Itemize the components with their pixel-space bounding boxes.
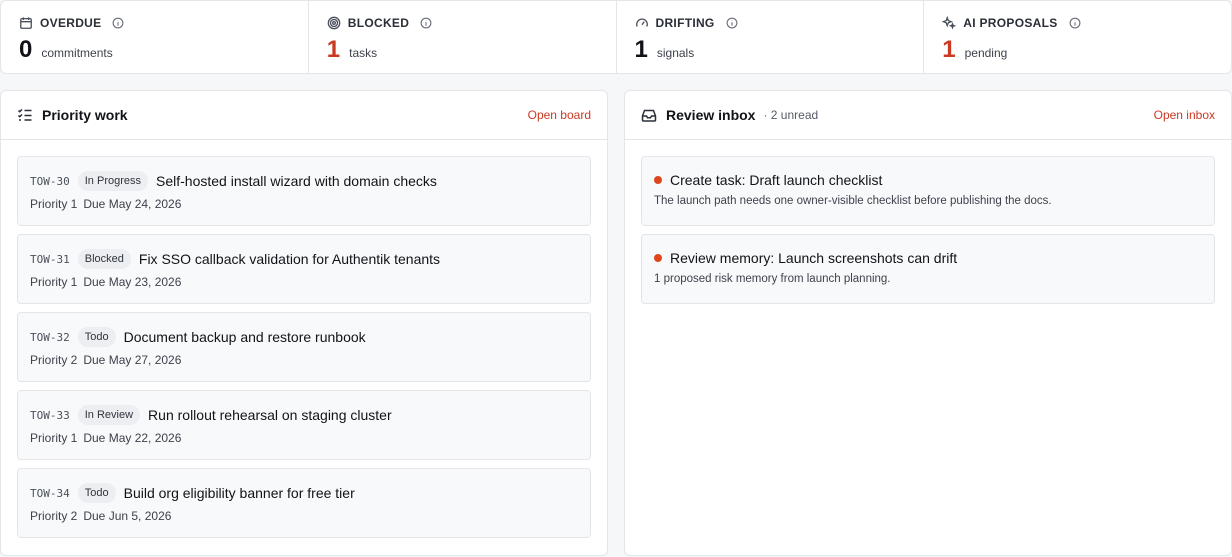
task-card[interactable]: TOW-31 Blocked Fix SSO callback validati… — [17, 234, 591, 304]
task-due: Due Jun 5, 2026 — [83, 509, 172, 523]
task-priority: Priority 1 — [30, 275, 78, 289]
task-priority: Priority 2 — [30, 509, 78, 523]
inbox-item-title: Create task: Draft launch checklist — [670, 172, 883, 188]
stat-value: 1 — [634, 36, 648, 63]
task-card[interactable]: TOW-32 Todo Document backup and restore … — [17, 312, 591, 382]
inbox-item[interactable]: Create task: Draft launch checklist The … — [641, 156, 1215, 226]
inbox-item[interactable]: Review memory: Launch screenshots can dr… — [641, 234, 1215, 304]
info-icon[interactable] — [112, 17, 124, 29]
review-inbox-panel: Review inbox · 2 unread Open inbox Creat… — [624, 90, 1232, 556]
inbox-item-desc: 1 proposed risk memory from launch plann… — [654, 273, 891, 285]
stat-value: 0 — [19, 36, 33, 63]
stat-ai-proposals[interactable]: AI PROPOSALS 1 pending — [924, 1, 1231, 73]
target-icon — [327, 16, 341, 30]
unread-dot-icon — [654, 254, 662, 262]
open-board-link[interactable]: Open board — [528, 108, 591, 122]
task-card[interactable]: TOW-33 In Review Run rollout rehearsal o… — [17, 390, 591, 460]
task-title: Build org eligibility banner for free ti… — [123, 485, 355, 501]
calendar-icon — [20, 17, 32, 29]
stat-label: OVERDUE — [40, 16, 102, 30]
task-title: Run rollout rehearsal on staging cluster — [148, 407, 392, 423]
inbox-item-title: Review memory: Launch screenshots can dr… — [670, 250, 958, 266]
status-badge: Blocked — [77, 249, 131, 269]
inbox-item-desc: The launch path needs one owner-visible … — [654, 195, 1052, 207]
task-due: Due May 22, 2026 — [83, 431, 182, 445]
task-due: Due May 23, 2026 — [83, 275, 182, 289]
stat-unit: tasks — [349, 46, 378, 60]
task-list: TOW-30 In Progress Self-hosted install w… — [1, 140, 607, 538]
unread-dot-icon — [654, 176, 662, 184]
task-card[interactable]: TOW-30 In Progress Self-hosted install w… — [17, 156, 591, 226]
panel-title: Priority work — [42, 107, 128, 123]
stat-overdue[interactable]: OVERDUE 0 commitments — [1, 1, 309, 73]
task-id: TOW-32 — [30, 330, 70, 344]
stat-blocked[interactable]: BLOCKED 1 tasks — [309, 1, 617, 73]
open-inbox-link[interactable]: Open inbox — [1154, 108, 1215, 122]
status-badge: Todo — [77, 483, 116, 503]
gauge-icon — [635, 18, 648, 27]
inbox-list: Create task: Draft launch checklist The … — [625, 140, 1231, 304]
checklist-icon — [17, 108, 32, 121]
stat-value: 1 — [942, 36, 956, 63]
task-id: TOW-34 — [30, 486, 70, 500]
stat-unit: signals — [656, 46, 695, 60]
task-id: TOW-30 — [30, 174, 70, 188]
task-priority: Priority 2 — [30, 353, 78, 367]
info-icon[interactable] — [726, 17, 738, 29]
task-due: Due May 24, 2026 — [83, 197, 182, 211]
task-priority: Priority 1 — [30, 197, 78, 211]
task-id: TOW-33 — [30, 408, 70, 422]
task-card[interactable]: TOW-34 Todo Build org eligibility banner… — [17, 468, 591, 538]
task-due: Due May 27, 2026 — [83, 353, 182, 367]
panel-header: Review inbox · 2 unread Open inbox — [625, 91, 1231, 140]
stat-unit: pending — [964, 46, 1008, 60]
task-title: Fix SSO callback validation for Authenti… — [138, 251, 441, 267]
task-id: TOW-31 — [30, 252, 70, 266]
panel-header: Priority work Open board — [1, 91, 607, 140]
task-title: Self-hosted install wizard with domain c… — [156, 173, 437, 189]
task-title: Document backup and restore runbook — [123, 329, 366, 345]
stat-unit: commitments — [41, 46, 113, 60]
status-badge: In Progress — [77, 171, 148, 191]
unread-count: · 2 unread — [763, 108, 819, 122]
status-badge: Todo — [77, 327, 116, 347]
stat-label: AI PROPOSALS — [963, 16, 1058, 30]
info-icon[interactable] — [1069, 17, 1081, 29]
panel-title: Review inbox — [666, 107, 756, 123]
stat-label: DRIFTING — [655, 16, 715, 30]
inbox-icon — [641, 109, 657, 122]
info-icon[interactable] — [420, 17, 432, 29]
stat-value: 1 — [326, 36, 341, 63]
priority-work-panel: Priority work Open board TOW-30 In Progr… — [0, 90, 608, 556]
status-badge: In Review — [77, 405, 141, 425]
stat-label: BLOCKED — [347, 16, 410, 30]
stats-strip: OVERDUE 0 commitments BLOCKED 1 tasks DR… — [0, 0, 1232, 74]
task-priority: Priority 1 — [30, 431, 78, 445]
stat-drifting[interactable]: DRIFTING 1 signals — [617, 1, 925, 73]
sparkles-icon — [942, 16, 957, 30]
